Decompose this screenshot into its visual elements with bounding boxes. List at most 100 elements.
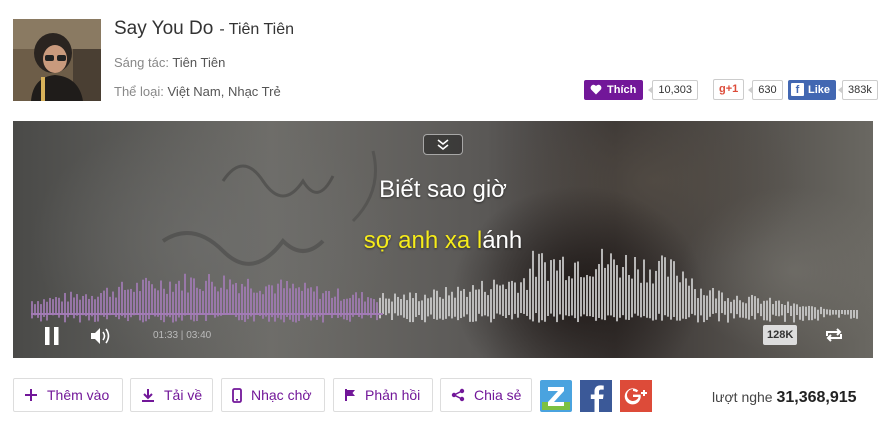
waveform-bar: [796, 304, 798, 316]
waveform-bar: [334, 296, 336, 314]
waveform-bar: [262, 294, 264, 319]
waveform-bar: [598, 264, 600, 318]
waveform-bar: [331, 297, 333, 319]
artist-name[interactable]: - Tiên Tiên: [219, 21, 294, 38]
waveform-bar: [676, 275, 678, 321]
waveform-bar: [301, 290, 303, 314]
waveform-bar: [730, 301, 732, 314]
waveform-bar: [94, 299, 96, 322]
waveform-bar: [562, 256, 564, 320]
waveform-bar: [622, 267, 624, 316]
share-button[interactable]: Chia sẻ: [440, 378, 532, 412]
volume-button[interactable]: [89, 325, 115, 347]
waveform-bar: [82, 295, 84, 316]
gplus-share-button[interactable]: [620, 380, 652, 412]
waveform-bar: [142, 279, 144, 323]
waveform-bar: [64, 292, 66, 323]
waveform-bar: [745, 303, 747, 319]
waveform-bar: [847, 310, 849, 315]
waveform-bar: [628, 275, 630, 320]
ringtone-button[interactable]: Nhạc chờ: [221, 378, 325, 412]
waveform-bar: [727, 298, 729, 323]
waveform-bar: [616, 265, 618, 322]
waveform-bar: [511, 280, 513, 320]
waveform-bar: [532, 250, 534, 322]
waveform-bar: [322, 293, 324, 323]
waveform-bar: [229, 279, 231, 314]
waveform-bar: [694, 289, 696, 316]
waveform-bar: [664, 257, 666, 316]
waveform-bar: [673, 261, 675, 317]
waveform-bar: [742, 302, 744, 318]
waveform-bar: [754, 296, 756, 320]
waveform-bar: [478, 289, 480, 314]
pause-icon: [45, 327, 59, 345]
waveform-bar: [52, 299, 54, 316]
waveform-bar: [61, 301, 63, 314]
quality-badge[interactable]: 128K: [763, 325, 798, 345]
waveform-bar: [385, 298, 387, 316]
waveform-bar: [817, 309, 819, 321]
waveform-bar: [832, 310, 834, 315]
song-title: Say You Do: [114, 18, 214, 39]
waveform-bar: [649, 269, 651, 319]
repeat-button[interactable]: [823, 325, 845, 345]
waveform-bar: [670, 259, 672, 320]
gplus-label: +1: [725, 83, 739, 95]
waveform-bar: [127, 289, 129, 322]
waveform-bar: [709, 290, 711, 317]
waveform-bar: [136, 282, 138, 315]
zing-share-button[interactable]: [540, 380, 572, 412]
waveform-bar: [571, 278, 573, 316]
waveform-bar: [382, 293, 384, 315]
waveform-bar: [682, 271, 684, 319]
waveform-bar: [298, 287, 300, 321]
waveform-bar: [235, 282, 237, 317]
like-widget: Thích 10,303: [584, 79, 698, 100]
waveform-bar: [73, 297, 75, 319]
genre-label: Thể loại:: [114, 84, 164, 99]
add-to-playlist-button[interactable]: Thêm vào: [13, 378, 123, 412]
waveform-bar: [112, 291, 114, 314]
time-display: 01:33 | 03:40: [153, 330, 211, 341]
waveform-bar: [223, 275, 225, 315]
waveform-bar: [529, 268, 531, 320]
feedback-button[interactable]: Phản hồi: [333, 378, 433, 412]
waveform-bar: [517, 292, 519, 318]
genre-link[interactable]: Việt Nam, Nhạc Trẻ: [168, 84, 281, 99]
waveform-bar: [406, 300, 408, 320]
facebook-share-button[interactable]: [580, 380, 612, 412]
waveform-bar: [703, 295, 705, 323]
waveform-bar: [766, 300, 768, 321]
heart-icon: [590, 84, 602, 95]
waveform-bar: [274, 293, 276, 322]
genre-line: Thể loại: Việt Nam, Nhạc Trẻ: [114, 84, 281, 99]
waveform-bar: [655, 270, 657, 320]
composer-link[interactable]: Tiên Tiên: [172, 55, 225, 70]
pause-button[interactable]: [43, 326, 61, 346]
waveform-bar: [466, 296, 468, 315]
collapse-lyrics-button[interactable]: [423, 134, 463, 155]
waveform-bar: [187, 292, 189, 315]
download-button[interactable]: Tải về: [130, 378, 213, 412]
waveform-bar: [253, 292, 255, 322]
waveform-seekbar[interactable]: [13, 243, 873, 333]
facebook-like-button[interactable]: f Like: [788, 79, 837, 100]
waveform-bar: [607, 264, 609, 316]
waveform-bar: [400, 298, 402, 316]
waveform-bar: [442, 298, 444, 320]
waveform-bar: [688, 285, 690, 318]
waveform-bar: [811, 306, 813, 321]
google-plus-icon: [620, 380, 652, 412]
song-thumbnail[interactable]: [13, 19, 101, 101]
waveform-bar: [850, 310, 852, 319]
waveform-bar: [601, 248, 603, 320]
waveform-bar: [457, 286, 459, 321]
gplus-button[interactable]: g+1: [713, 79, 745, 100]
like-button[interactable]: Thích: [584, 79, 644, 100]
waveform-bar: [508, 281, 510, 316]
share-label: Chia sẻ: [474, 387, 522, 403]
waveform-bar: [679, 282, 681, 321]
waveform-bar: [748, 296, 750, 320]
share-icon: [451, 388, 465, 402]
